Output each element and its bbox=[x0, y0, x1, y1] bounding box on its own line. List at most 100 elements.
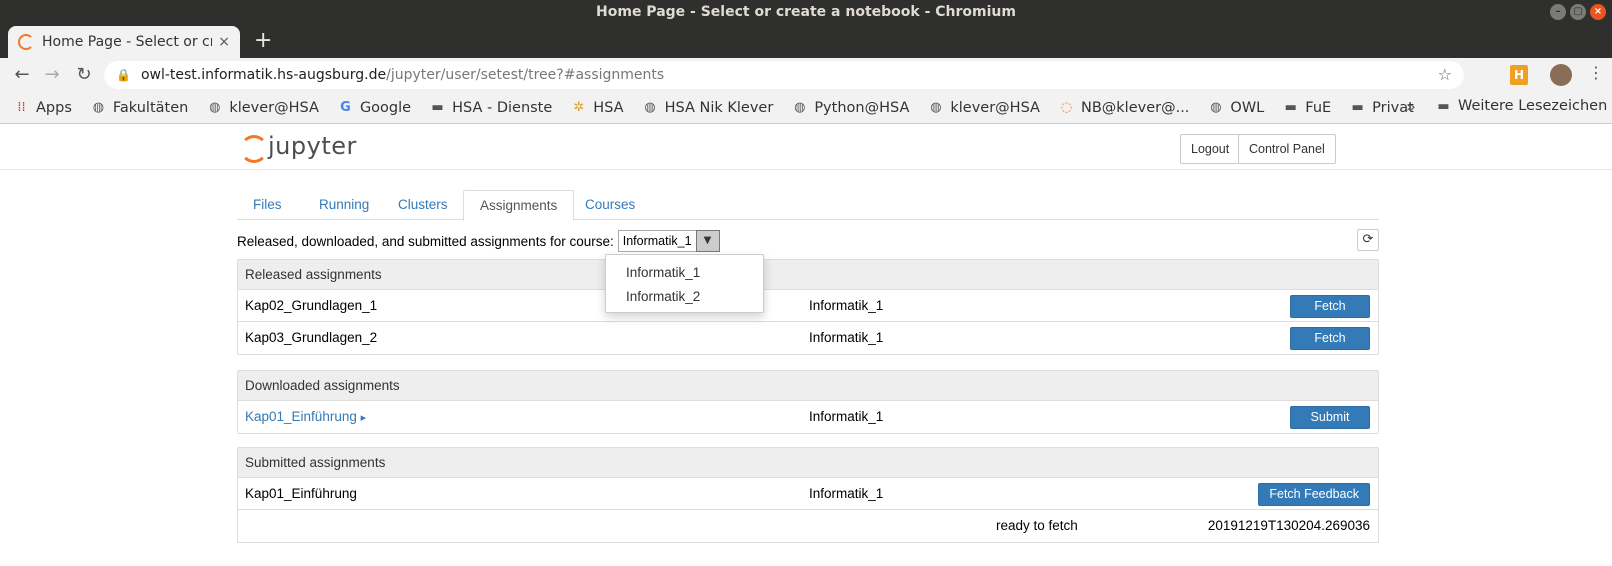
bookmark-apps[interactable]: ⁞⁞ Apps bbox=[14, 100, 72, 116]
logout-button[interactable]: Logout bbox=[1180, 134, 1241, 164]
course-select-value[interactable]: Informatik_1 bbox=[617, 230, 696, 252]
caret-right-icon[interactable]: ▸ bbox=[361, 412, 367, 424]
browser-menu-icon[interactable]: ⋮ bbox=[1588, 63, 1604, 82]
bookmark-label: Fakultäten bbox=[112, 99, 189, 116]
bookmark-label: Google bbox=[359, 99, 412, 116]
bookmark-privat[interactable]: ▬ Privat bbox=[1350, 100, 1414, 116]
course-dropdown-menu: Informatik_1 Informatik_2 bbox=[605, 254, 764, 313]
bookmark-fue[interactable]: ▬ FuE bbox=[1283, 99, 1332, 116]
bookmark-fakultaeten[interactable]: ◍ Fakultäten bbox=[91, 99, 189, 116]
assignment-name: Kap03_Grundlagen_2 bbox=[245, 330, 378, 345]
jupyter-favicon-icon bbox=[18, 34, 34, 50]
maximize-button[interactable]: ▢ bbox=[1570, 4, 1586, 20]
submitted-assignments-panel: Submitted assignments Kap01_Einführung I… bbox=[237, 447, 1379, 543]
globe-icon: ◍ bbox=[209, 100, 221, 115]
browser-toolbar: ← → ↻ 🔒 owl-test.informatik.hs-augsburg.… bbox=[0, 58, 1612, 92]
url-host: owl-test.informatik.hs-augsburg.de bbox=[140, 67, 387, 83]
table-row: Kap01_Einführung Informatik_1 Fetch Feed… bbox=[238, 478, 1378, 510]
minimize-button[interactable]: – bbox=[1550, 4, 1566, 20]
fetch-feedback-button[interactable]: Fetch Feedback bbox=[1258, 483, 1370, 506]
bookmark-hsa-nik-klever[interactable]: ◍ HSA Nik Klever bbox=[643, 99, 774, 116]
course-label: Released, downloaded, and submitted assi… bbox=[237, 233, 614, 249]
extension-icon[interactable]: H bbox=[1510, 65, 1528, 85]
browser-tabstrip: Home Page - Select or cre × + bbox=[0, 24, 1612, 58]
fetch-button[interactable]: Fetch bbox=[1290, 295, 1370, 318]
bookmark-python-hsa[interactable]: ◍ Python@HSA bbox=[792, 100, 909, 116]
panel-heading: Submitted assignments bbox=[238, 448, 1378, 478]
tab-files[interactable]: Files bbox=[237, 190, 298, 220]
bookmark-owl[interactable]: ◍ OWL bbox=[1208, 100, 1264, 116]
chevron-down-icon[interactable]: ▼ bbox=[695, 230, 720, 252]
bookmark-label: Python@HSA bbox=[814, 99, 910, 116]
tab-courses[interactable]: Courses bbox=[569, 190, 651, 220]
bookmark-star-icon[interactable]: ☆ bbox=[1438, 65, 1452, 84]
jupyter-logo-icon bbox=[240, 133, 268, 163]
control-panel-button[interactable]: Control Panel bbox=[1238, 134, 1336, 164]
window-title: Home Page - Select or create a notebook … bbox=[596, 4, 1016, 20]
assignment-link[interactable]: Kap01_Einführung bbox=[245, 409, 357, 424]
globe-icon: ◍ bbox=[794, 100, 806, 115]
folder-icon: ▬ bbox=[1437, 98, 1450, 114]
new-tab-button[interactable]: + bbox=[254, 28, 272, 54]
course-option[interactable]: Informatik_1 bbox=[606, 261, 763, 285]
bookmarks-overflow-icon[interactable]: » bbox=[1406, 97, 1416, 116]
jupyter-icon: ◌ bbox=[1060, 100, 1073, 115]
apps-grid-icon: ⁞⁞ bbox=[17, 100, 26, 115]
panel-heading: Downloaded assignments bbox=[238, 371, 1378, 401]
tab-running[interactable]: Running bbox=[303, 190, 385, 220]
submission-detail-row: ready to fetch 20191219T130204.269036 bbox=[238, 510, 1378, 542]
panel-heading: Released assignments bbox=[238, 260, 1378, 290]
tab-assignments[interactable]: Assignments bbox=[463, 190, 575, 221]
folder-icon: ▬ bbox=[431, 100, 444, 115]
downloaded-assignments-panel: Downloaded assignments Kap01_Einführung … bbox=[237, 370, 1379, 434]
table-row: Kap02_Grundlagen_1 Informatik_1 Fetch bbox=[238, 290, 1378, 322]
submit-button[interactable]: Submit bbox=[1290, 406, 1370, 429]
google-icon: G bbox=[340, 100, 351, 115]
bookmark-klever-hsa-2[interactable]: ◍ klever@HSA bbox=[928, 100, 1040, 116]
bookmark-hsa-dienste[interactable]: ▬ HSA - Dienste bbox=[430, 100, 552, 116]
reload-icon[interactable]: ↻ bbox=[72, 63, 96, 87]
course-option[interactable]: Informatik_2 bbox=[606, 285, 763, 309]
tab-close-icon[interactable]: × bbox=[218, 34, 230, 50]
bookmark-label: OWL bbox=[1230, 99, 1265, 116]
folder-icon: ▬ bbox=[1351, 100, 1364, 115]
forward-icon[interactable]: → bbox=[40, 63, 64, 87]
globe-icon: ◍ bbox=[1210, 100, 1222, 115]
back-icon[interactable]: ← bbox=[10, 63, 34, 87]
assignment-course: Informatik_1 bbox=[809, 298, 884, 313]
close-window-button[interactable]: × bbox=[1590, 4, 1606, 20]
assignment-course: Informatik_1 bbox=[809, 409, 884, 424]
globe-icon: ◍ bbox=[930, 100, 942, 115]
notebook-tabs: Files Running Clusters Assignments Cours… bbox=[237, 190, 1379, 221]
address-bar[interactable]: 🔒 owl-test.informatik.hs-augsburg.de/jup… bbox=[104, 61, 1464, 89]
window-titlebar: Home Page - Select or create a notebook … bbox=[0, 0, 1612, 24]
folder-icon: ▬ bbox=[1284, 100, 1297, 115]
bookmark-label: Apps bbox=[36, 99, 72, 116]
url-path: /jupyter/user/setest/tree?#assignments bbox=[386, 67, 665, 83]
assignment-course: Informatik_1 bbox=[809, 486, 884, 501]
bookmark-weitere-lesezeichen[interactable]: ▬ Weitere Lesezeichen bbox=[1436, 98, 1607, 114]
globe-icon: ◍ bbox=[644, 100, 656, 115]
jupyter-logo-text: jupyter bbox=[268, 132, 357, 160]
bookmark-label: HSA Nik Klever bbox=[664, 99, 774, 116]
bookmark-klever-hsa[interactable]: ◍ klever@HSA bbox=[207, 100, 319, 116]
lock-icon[interactable]: 🔒 bbox=[116, 68, 131, 82]
tab-clusters[interactable]: Clusters bbox=[382, 190, 464, 220]
bookmark-label: FuE bbox=[1305, 99, 1332, 116]
bookmark-label: NB@klever@... bbox=[1080, 99, 1190, 116]
course-select[interactable]: Informatik_1 ▼ bbox=[617, 230, 720, 252]
profile-avatar[interactable] bbox=[1550, 64, 1572, 86]
bookmark-google[interactable]: G Google bbox=[338, 100, 411, 116]
course-selector-row: Released, downloaded, and submitted assi… bbox=[237, 229, 1379, 253]
refresh-button[interactable]: ⟳ bbox=[1357, 229, 1379, 251]
jupyter-header: jupyter Logout Control Panel bbox=[0, 125, 1612, 170]
bookmark-hsa[interactable]: ✲ HSA bbox=[571, 100, 623, 116]
bookmark-nb-klever[interactable]: ◌ NB@klever@... bbox=[1059, 99, 1190, 116]
fetch-button[interactable]: Fetch bbox=[1290, 327, 1370, 350]
bookmark-label: HSA - Dienste bbox=[452, 99, 553, 116]
browser-tab[interactable]: Home Page - Select or cre × bbox=[8, 26, 240, 58]
table-row: Kap01_Einführung ▸ Informatik_1 Submit bbox=[238, 401, 1378, 433]
hsa-icon: ✲ bbox=[573, 100, 585, 115]
bookmark-label: HSA bbox=[593, 99, 624, 116]
jupyter-logo[interactable]: jupyter bbox=[240, 132, 357, 163]
